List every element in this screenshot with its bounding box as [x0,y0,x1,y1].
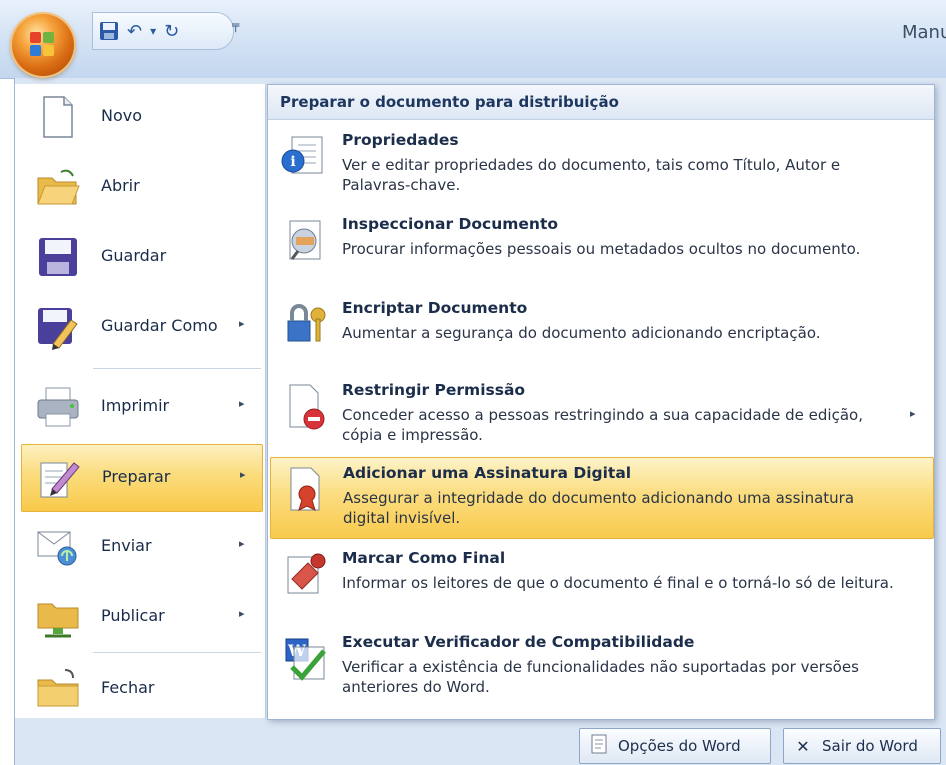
menu-item-label: Novo [101,106,143,125]
submenu-header: Preparar o documento para distribuição [268,85,934,120]
prepare-icon [40,462,80,498]
redo-icon[interactable]: ↻ [164,21,179,42]
office-orb-icon [30,32,56,58]
send-icon [37,531,77,566]
prepare-submenu: Preparar o documento para distribuição i… [267,84,935,720]
option-title: Encriptar Documento [342,299,528,317]
undo-dropdown-icon[interactable]: ▾ [150,24,156,38]
menu-item-label: Guardar [101,246,167,265]
option-verificador-compatibilidade[interactable]: W Executar Verificador de Compatibilidad… [270,627,932,707]
save-icon[interactable] [99,21,119,41]
option-description: Assegurar a integridade do documento adi… [343,489,855,527]
option-encriptar-documento[interactable]: Encriptar Documento Aumentar a segurança… [270,293,932,363]
option-description: Informar os leitores de que o documento … [342,574,894,592]
submenu-arrow-icon: ▸ [240,468,246,481]
word-options-label: Opções do Word [618,737,741,755]
save-as-icon [38,308,78,350]
menu-item-label: Abrir [101,176,140,195]
undo-icon[interactable]: ↶ [127,21,142,42]
option-restringir-permissao[interactable]: Restringir Permissão Conceder acesso a p… [270,375,932,451]
office-menu-commands: Novo Abrir Guardar Guardar Como ▸ Imprim… [15,84,266,718]
svg-text:i: i [290,154,295,170]
option-marcar-como-final[interactable]: Marcar Como Final Informar os leitores d… [270,543,932,621]
restrict-permission-icon [289,384,325,430]
menu-item-preparar[interactable]: Preparar ▸ [21,444,263,512]
submenu-arrow-icon: ▸ [239,607,245,620]
office-menu: Novo Abrir Guardar Guardar Como ▸ Imprim… [14,78,946,765]
menu-item-guardar[interactable]: Guardar [21,224,261,290]
word-options-button[interactable]: Opções do Word [579,728,771,764]
mark-final-icon [287,553,326,594]
window-title: Manu [902,22,946,43]
menu-item-label: Publicar [101,606,165,625]
option-description: Aumentar a segurança do documento adicio… [342,324,821,342]
menu-item-publicar[interactable]: Publicar ▸ [21,584,261,650]
quick-access-toolbar: ↶ ▾ ↻ [92,12,234,50]
menu-item-imprimir[interactable]: Imprimir ▸ [21,374,261,440]
publish-icon [37,603,79,638]
option-description: Ver e editar propriedades do documento, … [342,156,841,194]
submenu-title: Preparar o documento para distribuição [280,93,619,111]
submenu-arrow-icon: ▸ [239,317,245,330]
digital-signature-icon [290,467,320,511]
menu-item-label: Imprimir [101,396,170,415]
submenu-arrow-icon: ▸ [239,537,245,550]
option-title: Executar Verificador de Compatibilidade [342,633,695,651]
menu-item-label: Enviar [101,536,152,555]
submenu-arrow-icon: ▸ [239,397,245,410]
menu-item-enviar[interactable]: Enviar ▸ [21,514,261,580]
menu-item-novo[interactable]: Novo [21,84,261,150]
menu-item-abrir[interactable]: Abrir [21,154,261,220]
new-document-icon [43,96,73,138]
customize-toolbar-icon[interactable]: ╤ [232,18,239,32]
close-icon: ✕ [796,736,810,756]
menu-item-fechar[interactable]: Fechar [21,656,261,722]
menu-item-label: Fechar [101,678,155,697]
office-button[interactable] [12,14,74,76]
option-description: Procurar informações pessoais ou metadad… [342,240,861,258]
option-title: Adicionar uma Assinatura Digital [343,464,632,482]
close-folder-icon [37,669,79,707]
exit-word-label: Sair do Word [822,737,918,755]
menu-item-guardar-como[interactable]: Guardar Como ▸ [21,294,261,360]
compatibility-checker-icon: W [285,638,326,681]
options-document-icon [586,734,612,758]
open-folder-icon [37,169,80,205]
option-propriedades[interactable]: i Propriedades Ver e editar propriedades… [270,125,932,201]
save-icon [39,238,77,276]
option-title: Propriedades [342,131,459,149]
encrypt-lock-icon [287,304,326,342]
option-description: Conceder acesso a pessoas restringindo a… [342,406,863,444]
menu-item-label: Guardar Como [101,316,218,335]
option-description: Verificar a existência de funcionalidade… [342,658,859,696]
printer-icon [37,387,79,427]
option-assinatura-digital[interactable]: Adicionar uma Assinatura Digital Assegur… [270,457,934,539]
option-title: Inspeccionar Documento [342,215,559,233]
option-title: Marcar Como Final [342,549,506,567]
properties-icon: i [281,136,323,174]
inspect-document-icon [289,220,321,260]
menu-item-label: Preparar [102,467,171,486]
word-2007-window: ↶ ▾ ↻ ╤ Manu Novo Abrir Guardar Guardar … [0,0,946,765]
exit-word-button[interactable]: ✕ Sair do Word [783,728,941,764]
title-bar: ↶ ▾ ↻ ╤ Manu [0,0,946,79]
option-title: Restringir Permissão [342,381,526,399]
submenu-arrow-icon: ▸ [910,407,916,420]
option-inspeccionar-documento[interactable]: Inspeccionar Documento Procurar informaç… [270,209,932,285]
